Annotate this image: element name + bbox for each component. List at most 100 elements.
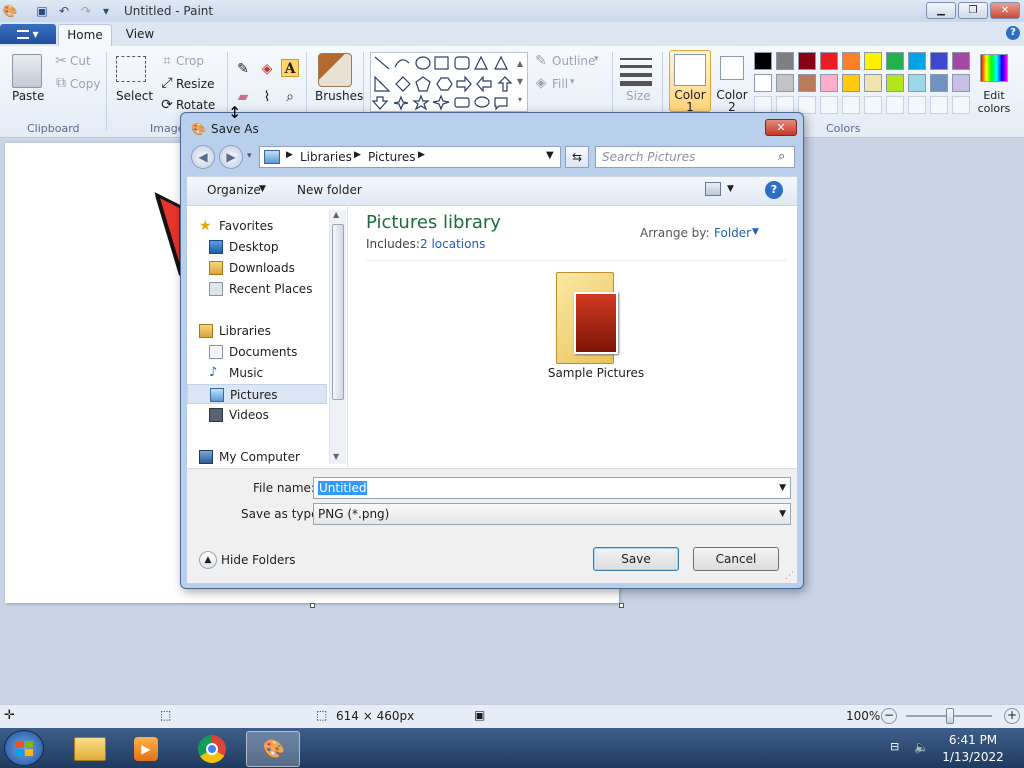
nav-documents[interactable]: Documents bbox=[187, 342, 329, 362]
cut-button[interactable]: Cut bbox=[70, 54, 91, 68]
crop-button[interactable]: Crop bbox=[176, 54, 204, 68]
rotate-button[interactable]: Rotate bbox=[176, 98, 215, 112]
taskbar-media-player[interactable]: ▶ bbox=[120, 731, 174, 767]
clock-time[interactable]: 6:41 PM bbox=[940, 733, 1006, 747]
organize-button[interactable]: Organize bbox=[207, 183, 261, 197]
shapes-scroll-arrows[interactable]: ▲ ▼ ▾ bbox=[514, 55, 526, 111]
recent-pages-chevron-icon[interactable]: ▾ bbox=[247, 151, 252, 161]
search-icon[interactable]: ⌕ bbox=[778, 149, 785, 164]
brushes-button[interactable]: Brushes bbox=[315, 89, 363, 103]
select-button[interactable]: Select bbox=[116, 89, 153, 103]
nav-recent-places[interactable]: Recent Places bbox=[187, 279, 329, 299]
nav-scrollbar[interactable]: ▲ ▼ bbox=[329, 210, 346, 464]
clock-date[interactable]: 1/13/2022 bbox=[940, 750, 1006, 764]
palette-swatch[interactable] bbox=[754, 52, 772, 70]
custom-color-slot[interactable] bbox=[952, 96, 970, 114]
file-name-dropdown-icon[interactable]: ▼ bbox=[779, 478, 786, 498]
save-type-dropdown-icon[interactable]: ▼ bbox=[779, 504, 786, 524]
custom-color-slot[interactable] bbox=[908, 96, 926, 114]
custom-color-slot[interactable] bbox=[864, 96, 882, 114]
select-rectangle-icon[interactable] bbox=[116, 56, 146, 82]
dialog-close-button[interactable]: ✕ bbox=[765, 119, 797, 136]
palette-swatch[interactable] bbox=[754, 74, 772, 92]
palette-swatch[interactable] bbox=[776, 74, 794, 92]
outline-dropdown[interactable]: Outline bbox=[552, 54, 595, 68]
nav-pictures[interactable]: Pictures bbox=[187, 384, 327, 404]
resize-button[interactable]: Resize bbox=[176, 77, 214, 91]
start-button[interactable] bbox=[4, 730, 44, 766]
size-button[interactable]: Size bbox=[626, 89, 651, 103]
back-button[interactable]: ◀ bbox=[191, 145, 215, 169]
refresh-button[interactable]: ⇆ bbox=[565, 146, 589, 168]
close-button[interactable]: ✕ bbox=[990, 2, 1020, 19]
save-button[interactable]: Save bbox=[593, 547, 679, 571]
custom-color-slot[interactable] bbox=[886, 96, 904, 114]
palette-swatch[interactable] bbox=[886, 52, 904, 70]
view-options-icon[interactable] bbox=[705, 182, 721, 196]
scroll-up-icon[interactable]: ▲ bbox=[333, 210, 339, 219]
file-menu-button[interactable]: ▾ bbox=[0, 24, 56, 44]
forward-button[interactable]: ▶ bbox=[219, 145, 243, 169]
palette-swatch[interactable] bbox=[798, 74, 816, 92]
new-folder-button[interactable]: New folder bbox=[297, 183, 362, 197]
custom-color-slot[interactable] bbox=[798, 96, 816, 114]
shapes-gallery[interactable] bbox=[370, 52, 528, 112]
palette-swatch[interactable] bbox=[820, 74, 838, 92]
zoom-out-button[interactable]: − bbox=[881, 708, 897, 724]
breadcrumb-separator-icon[interactable]: ▶ bbox=[418, 150, 425, 160]
nav-videos[interactable]: Videos bbox=[187, 405, 329, 425]
brush-icon[interactable] bbox=[318, 53, 352, 87]
scroll-down-icon[interactable]: ▼ bbox=[333, 452, 339, 461]
color2-swatch[interactable] bbox=[720, 56, 744, 80]
locations-link[interactable]: 2 locations bbox=[420, 237, 485, 251]
arrange-chevron-icon[interactable]: ▼ bbox=[752, 227, 759, 237]
breadcrumb-pictures[interactable]: Pictures bbox=[368, 150, 416, 164]
breadcrumb-separator-icon[interactable]: ▶ bbox=[286, 150, 293, 160]
sample-pictures-folder[interactable]: Sample Pictures bbox=[548, 268, 644, 380]
nav-my-computer[interactable]: My Computer bbox=[187, 447, 329, 467]
breadcrumb-separator-icon[interactable]: ▶ bbox=[354, 150, 361, 160]
resize-grip-icon[interactable]: ⋰ bbox=[785, 571, 794, 581]
color-picker-icon[interactable]: ⌇ bbox=[258, 88, 276, 106]
file-name-input[interactable]: Untitled ▼ bbox=[313, 477, 791, 499]
canvas-resize-handle-bottom[interactable] bbox=[310, 603, 315, 608]
copy-button[interactable]: Copy bbox=[70, 77, 100, 91]
text-tool-icon[interactable]: A bbox=[281, 59, 299, 77]
palette-swatch[interactable] bbox=[776, 52, 794, 70]
zoom-slider-thumb[interactable] bbox=[946, 708, 954, 724]
palette-swatch[interactable] bbox=[908, 52, 926, 70]
taskbar-paint[interactable]: 🎨 bbox=[246, 731, 300, 767]
help-icon[interactable]: ? bbox=[1006, 26, 1020, 40]
tab-home[interactable]: Home bbox=[58, 24, 112, 46]
palette-swatch[interactable] bbox=[842, 52, 860, 70]
palette-swatch[interactable] bbox=[864, 52, 882, 70]
volume-icon[interactable]: 🔈 bbox=[914, 740, 929, 754]
line-size-icon[interactable] bbox=[620, 54, 652, 86]
clipboard-paste-icon[interactable] bbox=[12, 54, 42, 88]
custom-color-slot[interactable] bbox=[820, 96, 838, 114]
undo-icon[interactable]: ↶ bbox=[56, 3, 72, 19]
minimize-button[interactable]: ▁ bbox=[926, 2, 956, 19]
palette-swatch[interactable] bbox=[864, 74, 882, 92]
customize-toolbar-icon[interactable]: ▾ bbox=[98, 3, 114, 19]
hide-folders-button[interactable]: Hide Folders bbox=[221, 553, 296, 567]
nav-music[interactable]: ♪ Music bbox=[187, 363, 329, 383]
taskbar-chrome[interactable] bbox=[186, 731, 240, 767]
edit-colors-button[interactable]: Edit colors bbox=[976, 89, 1012, 115]
palette-swatch[interactable] bbox=[820, 52, 838, 70]
palette-swatch[interactable] bbox=[842, 74, 860, 92]
palette-swatch[interactable] bbox=[952, 52, 970, 70]
dialog-help-icon[interactable]: ? bbox=[765, 181, 783, 199]
palette-swatch[interactable] bbox=[798, 52, 816, 70]
paste-button[interactable]: Paste bbox=[12, 89, 44, 103]
custom-color-slot[interactable] bbox=[930, 96, 948, 114]
nav-favorites[interactable]: ★ Favorites bbox=[187, 216, 329, 236]
address-bar[interactable]: ▶ Libraries ▶ Pictures ▶ ▼ bbox=[259, 146, 561, 168]
search-input[interactable]: Search Pictures ⌕ bbox=[595, 146, 795, 168]
palette-swatch[interactable] bbox=[930, 52, 948, 70]
save-type-select[interactable]: PNG (*.png) ▼ bbox=[313, 503, 791, 525]
edit-colors-icon[interactable] bbox=[980, 54, 1008, 82]
maximize-button[interactable]: ❐ bbox=[958, 2, 988, 19]
zoom-in-button[interactable]: + bbox=[1004, 708, 1020, 724]
pencil-icon[interactable]: ✎ bbox=[234, 60, 252, 78]
